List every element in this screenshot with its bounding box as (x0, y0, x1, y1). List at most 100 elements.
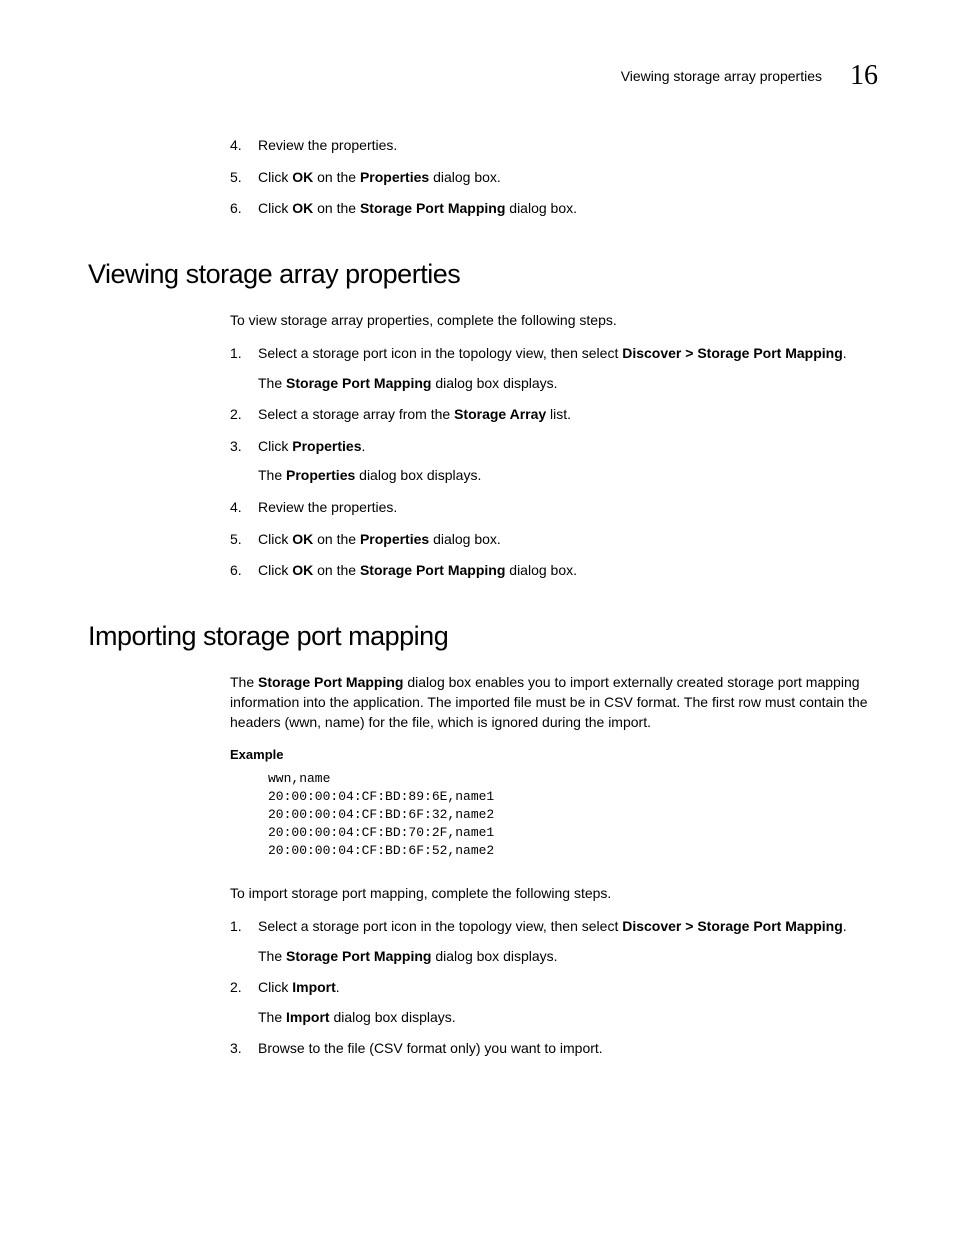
step-item: 1. Select a storage port icon in the topo… (230, 344, 878, 393)
step-number: 2. (230, 978, 242, 998)
step-number: 3. (230, 1039, 242, 1059)
step-item: 3. Browse to the file (CSV format only) y… (230, 1039, 878, 1059)
chapter-number: 16 (850, 60, 878, 92)
step-number: 1. (230, 917, 242, 937)
step-body: Select a storage port icon in the topolo… (258, 918, 847, 934)
step-item: 6. Click OK on the Storage Port Mapping d… (230, 199, 878, 219)
text-run: To import storage port mapping, complete… (230, 885, 611, 901)
step-body: Click OK on the Properties dialog box. (258, 531, 501, 547)
text-run: OK (292, 200, 313, 216)
text-run: Import (286, 1009, 330, 1025)
step-number: 5. (230, 168, 242, 188)
text-run: on the (313, 562, 360, 578)
text-run: Click (258, 531, 292, 547)
text-run: OK (292, 531, 313, 547)
text-run: Click (258, 562, 292, 578)
step-item: 5. Click OK on the Properties dialog box. (230, 168, 878, 188)
step-sub: The Import dialog box displays. (258, 1008, 878, 1028)
step-body: Review the properties. (258, 499, 397, 515)
step-body: Select a storage port icon in the topolo… (258, 345, 847, 361)
step-item: 3. Click Properties. The Properties dialog… (230, 437, 878, 486)
text-run: dialog box displays. (330, 1009, 456, 1025)
text-run: . (843, 918, 847, 934)
step-number: 3. (230, 437, 242, 457)
text-run: The (258, 948, 286, 964)
step-item: 4.Review the properties. (230, 136, 878, 156)
text-run: Import (292, 979, 336, 995)
section1-steps-list: 1. Select a storage port icon in the topo… (230, 344, 878, 581)
text-run: Storage Array (454, 406, 546, 422)
text-run: Click (258, 200, 292, 216)
page-header: Viewing storage array properties 16 (621, 60, 878, 92)
text-run: on the (313, 169, 360, 185)
step-item: 2. Select a storage array from the Storag… (230, 405, 878, 425)
step-item: 2. Click Import. The Import dialog box dis… (230, 978, 878, 1027)
step-number: 1. (230, 344, 242, 364)
text-run: Properties (360, 169, 429, 185)
text-run: Select a storage port icon in the topolo… (258, 918, 622, 934)
step-number: 5. (230, 530, 242, 550)
text-run: Properties (292, 438, 361, 454)
step-body: Click Properties. (258, 438, 365, 454)
text-run: Storage Port Mapping (360, 200, 505, 216)
text-run: on the (313, 531, 360, 547)
text-run: . (361, 438, 365, 454)
text-run: Properties (360, 531, 429, 547)
text-run: dialog box. (505, 562, 577, 578)
text-run: Browse to the file (CSV format only) you… (258, 1040, 603, 1056)
step-item: 6. Click OK on the Storage Port Mapping d… (230, 561, 878, 581)
step-body: Click OK on the Storage Port Mapping dia… (258, 562, 577, 578)
step-number: 6. (230, 561, 242, 581)
example-label: Example (230, 747, 878, 762)
text-run: dialog box. (429, 169, 501, 185)
section2-intro: The Storage Port Mapping dialog box enab… (230, 672, 878, 733)
step-number: 6. (230, 199, 242, 219)
step-item: 4. Review the properties. (230, 498, 878, 518)
text-run: Select a storage array from the (258, 406, 454, 422)
text-run: OK (292, 562, 313, 578)
text-run: Discover > Storage Port Mapping (622, 918, 843, 934)
section1-intro: To view storage array properties, comple… (230, 310, 878, 330)
section-heading-importing: Importing storage port mapping (88, 621, 878, 652)
page-content: 4. Review the properties. 5. Click OK on th… (88, 136, 878, 1071)
text-run: To view storage array properties, comple… (230, 312, 617, 328)
text-run: list. (546, 406, 571, 422)
text-run: dialog box displays. (355, 467, 481, 483)
top-steps-list: 4.Review the properties. 5. Click OK on th… (230, 136, 878, 219)
text-run: Storage Port Mapping (286, 948, 431, 964)
section-heading-viewing: Viewing storage array properties (88, 259, 878, 290)
text-run: The (258, 467, 286, 483)
text-run: Review the properties. (258, 499, 397, 515)
step-body: Click OK on the Properties dialog box. (258, 169, 501, 185)
step-number: 4. (230, 136, 242, 156)
text-run: Click (258, 169, 292, 185)
step-sub: The Storage Port Mapping dialog box disp… (258, 374, 878, 394)
text-run: Storage Port Mapping (258, 674, 403, 690)
text-run: Select a storage port icon in the topolo… (258, 345, 622, 361)
text-run: OK (292, 169, 313, 185)
text-run: Storage Port Mapping (360, 562, 505, 578)
step-body: Click OK on the Storage Port Mapping dia… (258, 200, 577, 216)
text-run: dialog box displays. (431, 375, 557, 391)
text-run: dialog box displays. (431, 948, 557, 964)
step-sub: The Properties dialog box displays. (258, 466, 878, 486)
text-run: The (258, 1009, 286, 1025)
step-number: 4. (230, 498, 242, 518)
text-run: Discover > Storage Port Mapping (622, 345, 843, 361)
text-run: The (258, 375, 286, 391)
text-run: The (230, 674, 258, 690)
text-run: Click (258, 438, 292, 454)
section2-intro2: To import storage port mapping, complete… (230, 883, 878, 903)
text-run: Storage Port Mapping (286, 375, 431, 391)
step-number: 2. (230, 405, 242, 425)
text-run: dialog box. (429, 531, 501, 547)
step-sub: The Storage Port Mapping dialog box disp… (258, 947, 878, 967)
text-run: Click (258, 979, 292, 995)
text-run: on the (313, 200, 360, 216)
text-run: . (336, 979, 340, 995)
section2-steps-list: 1. Select a storage port icon in the topo… (230, 917, 878, 1059)
step-item: 1. Select a storage port icon in the topo… (230, 917, 878, 966)
example-code-block: wwn,name 20:00:00:04:CF:BD:89:6E,name1 2… (268, 770, 878, 861)
step-item: 5. Click OK on the Properties dialog box. (230, 530, 878, 550)
text-run: dialog box. (505, 200, 577, 216)
